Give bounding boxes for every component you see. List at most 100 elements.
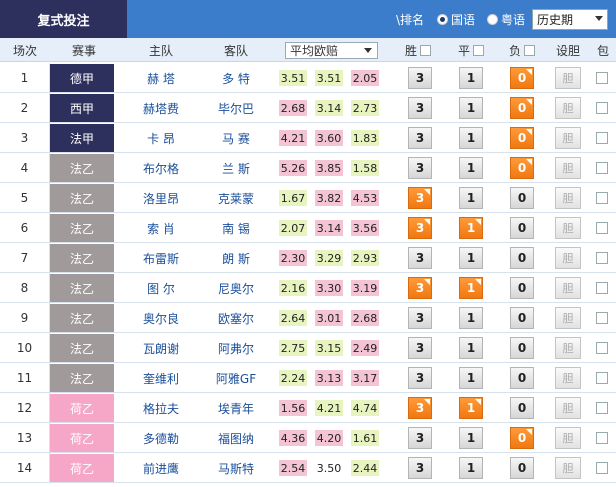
rank-option[interactable]: \排名: [396, 0, 424, 38]
win-button[interactable]: 3: [408, 217, 432, 239]
include-checkbox[interactable]: [596, 102, 608, 114]
banker-button[interactable]: 胆: [555, 67, 581, 89]
avg-odds-select[interactable]: 平均欧赔: [285, 42, 378, 59]
include-checkbox[interactable]: [596, 372, 608, 384]
home-team[interactable]: 图 尔: [118, 273, 204, 303]
draw-button[interactable]: 1: [459, 67, 483, 89]
lose-button[interactable]: 0: [510, 427, 534, 449]
include-checkbox[interactable]: [596, 162, 608, 174]
radio-selected-icon[interactable]: [437, 13, 448, 25]
banker-button[interactable]: 胆: [555, 457, 581, 479]
include-checkbox[interactable]: [596, 132, 608, 144]
include-checkbox[interactable]: [596, 72, 608, 84]
home-team[interactable]: 赫塔费: [118, 93, 204, 123]
lose-button[interactable]: 0: [510, 247, 534, 269]
win-button[interactable]: 3: [408, 457, 432, 479]
draw-button[interactable]: 1: [459, 457, 483, 479]
draw-button[interactable]: 1: [459, 157, 483, 179]
lose-button[interactable]: 0: [510, 277, 534, 299]
win-button[interactable]: 3: [408, 127, 432, 149]
banker-button[interactable]: 胆: [555, 97, 581, 119]
lose-button[interactable]: 0: [510, 307, 534, 329]
away-team[interactable]: 南 锡: [204, 213, 268, 243]
lose-button[interactable]: 0: [510, 67, 534, 89]
banker-button[interactable]: 胆: [555, 427, 581, 449]
include-checkbox[interactable]: [596, 192, 608, 204]
home-team[interactable]: 格拉夫: [118, 393, 204, 423]
away-team[interactable]: 马 赛: [204, 123, 268, 153]
win-button[interactable]: 3: [408, 277, 432, 299]
banker-button[interactable]: 胆: [555, 127, 581, 149]
lose-button[interactable]: 0: [510, 187, 534, 209]
draw-button[interactable]: 1: [459, 427, 483, 449]
league-badge[interactable]: 法乙: [50, 154, 114, 182]
away-team[interactable]: 阿雅GF: [204, 363, 268, 393]
league-badge[interactable]: 法乙: [50, 184, 114, 212]
league-badge[interactable]: 荷乙: [50, 454, 114, 482]
include-checkbox[interactable]: [596, 342, 608, 354]
league-badge[interactable]: 荷乙: [50, 424, 114, 452]
lang-cantonese-option[interactable]: 粤语: [487, 0, 525, 38]
banker-button[interactable]: 胆: [555, 217, 581, 239]
win-button[interactable]: 3: [408, 247, 432, 269]
away-team[interactable]: 尼奥尔: [204, 273, 268, 303]
away-team[interactable]: 福图纳: [204, 423, 268, 453]
include-checkbox[interactable]: [596, 462, 608, 474]
home-team[interactable]: 索 肖: [118, 213, 204, 243]
include-checkbox[interactable]: [596, 432, 608, 444]
lose-button[interactable]: 0: [510, 397, 534, 419]
home-team[interactable]: 奎维利: [118, 363, 204, 393]
include-checkbox[interactable]: [596, 222, 608, 234]
win-all-checkbox[interactable]: [420, 44, 431, 56]
banker-button[interactable]: 胆: [555, 307, 581, 329]
win-button[interactable]: 3: [408, 427, 432, 449]
league-badge[interactable]: 法乙: [50, 304, 114, 332]
win-button[interactable]: 3: [408, 187, 432, 209]
lose-button[interactable]: 0: [510, 337, 534, 359]
home-team[interactable]: 卡 昂: [118, 123, 204, 153]
league-badge[interactable]: 法甲: [50, 124, 114, 152]
home-team[interactable]: 洛里昂: [118, 183, 204, 213]
home-team[interactable]: 奥尔良: [118, 303, 204, 333]
draw-button[interactable]: 1: [459, 337, 483, 359]
home-team[interactable]: 赫 塔: [118, 63, 204, 93]
banker-button[interactable]: 胆: [555, 367, 581, 389]
away-team[interactable]: 朗 斯: [204, 243, 268, 273]
banker-button[interactable]: 胆: [555, 247, 581, 269]
include-checkbox[interactable]: [596, 282, 608, 294]
draw-button[interactable]: 1: [459, 367, 483, 389]
draw-button[interactable]: 1: [459, 307, 483, 329]
radio-icon[interactable]: [487, 13, 498, 25]
draw-button[interactable]: 1: [459, 397, 483, 419]
win-button[interactable]: 3: [408, 397, 432, 419]
lose-button[interactable]: 0: [510, 97, 534, 119]
banker-button[interactable]: 胆: [555, 397, 581, 419]
league-badge[interactable]: 法乙: [50, 244, 114, 272]
banker-button[interactable]: 胆: [555, 277, 581, 299]
league-badge[interactable]: 西甲: [50, 94, 114, 122]
draw-button[interactable]: 1: [459, 97, 483, 119]
away-team[interactable]: 克莱蒙: [204, 183, 268, 213]
home-team[interactable]: 前进鹰: [118, 453, 204, 483]
away-team[interactable]: 欧塞尔: [204, 303, 268, 333]
away-team[interactable]: 阿弗尔: [204, 333, 268, 363]
period-select[interactable]: 历史期: [532, 9, 608, 30]
lose-button[interactable]: 0: [510, 457, 534, 479]
lang-mandarin-option[interactable]: 国语: [437, 0, 475, 38]
away-team[interactable]: 多 特: [204, 63, 268, 93]
win-button[interactable]: 3: [408, 367, 432, 389]
away-team[interactable]: 兰 斯: [204, 153, 268, 183]
home-team[interactable]: 布尔格: [118, 153, 204, 183]
include-checkbox[interactable]: [596, 402, 608, 414]
lose-button[interactable]: 0: [510, 367, 534, 389]
draw-button[interactable]: 1: [459, 187, 483, 209]
lose-button[interactable]: 0: [510, 157, 534, 179]
league-badge[interactable]: 法乙: [50, 364, 114, 392]
league-badge[interactable]: 德甲: [50, 64, 114, 92]
banker-button[interactable]: 胆: [555, 157, 581, 179]
home-team[interactable]: 瓦朗谢: [118, 333, 204, 363]
draw-button[interactable]: 1: [459, 217, 483, 239]
league-badge[interactable]: 法乙: [50, 334, 114, 362]
draw-button[interactable]: 1: [459, 247, 483, 269]
league-badge[interactable]: 法乙: [50, 214, 114, 242]
